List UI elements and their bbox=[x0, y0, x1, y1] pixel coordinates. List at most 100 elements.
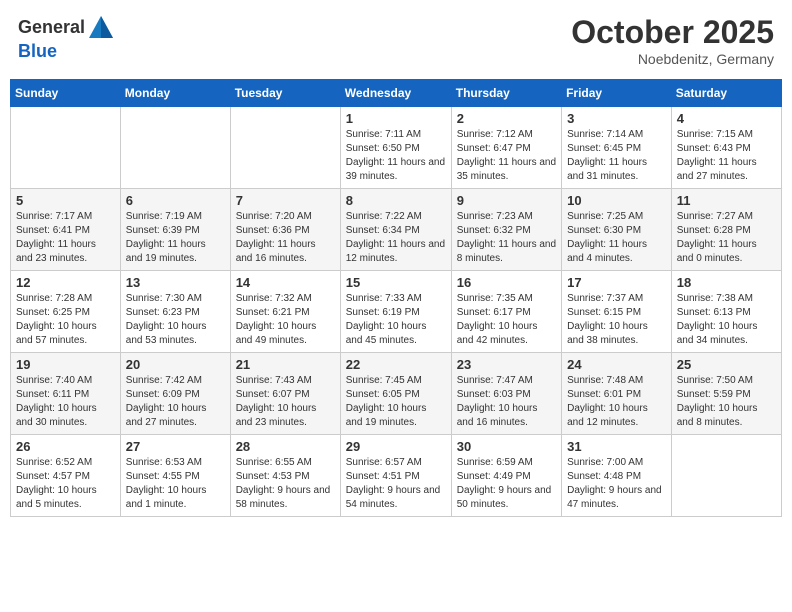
calendar-cell: 3 Sunrise: 7:14 AM Sunset: 6:45 PM Daylig… bbox=[562, 107, 672, 189]
weekday-header-wednesday: Wednesday bbox=[340, 80, 451, 107]
calendar-cell: 29Sunrise: 6:57 AM Sunset: 4:51 PM Dayli… bbox=[340, 435, 451, 517]
day-number: 11 bbox=[677, 193, 776, 208]
day-info: Sunrise: 7:45 AM Sunset: 6:05 PM Dayligh… bbox=[346, 374, 446, 430]
week-row-1: 1 Sunrise: 7:11 AM Sunset: 6:50 PM Daylig… bbox=[11, 107, 782, 189]
weekday-header-tuesday: Tuesday bbox=[230, 80, 340, 107]
calendar-cell: 6Sunrise: 7:19 AM Sunset: 6:39 PM Daylig… bbox=[120, 189, 230, 271]
day-info: Sunrise: 7:25 AM Sunset: 6:30 PM Dayligh… bbox=[567, 210, 666, 266]
calendar-cell: 21Sunrise: 7:43 AM Sunset: 6:07 PM Dayli… bbox=[230, 353, 340, 435]
calendar-cell: 2Sunrise: 7:12 AM Sunset: 6:47 PM Daylig… bbox=[451, 107, 561, 189]
day-number: 17 bbox=[567, 275, 666, 290]
calendar-cell: 20 Sunrise: 7:42 AM Sunset: 6:09 PM Dayli… bbox=[120, 353, 230, 435]
day-info: Sunrise: 7:35 AM Sunset: 6:17 PM Dayligh… bbox=[457, 292, 556, 348]
weekday-header-monday: Monday bbox=[120, 80, 230, 107]
day-number: 10 bbox=[567, 193, 666, 208]
day-info: Sunrise: 7:00 AM Sunset: 4:48 PM Dayligh… bbox=[567, 456, 666, 512]
day-number: 19 bbox=[16, 357, 115, 372]
day-number: 12 bbox=[16, 275, 115, 290]
day-info: Sunrise: 7:47 AM Sunset: 6:03 PM Dayligh… bbox=[457, 374, 556, 430]
day-number: 20 bbox=[126, 357, 225, 372]
calendar-table: SundayMondayTuesdayWednesdayThursdayFrid… bbox=[10, 79, 782, 517]
calendar-cell: 7Sunrise: 7:20 AM Sunset: 6:36 PM Daylig… bbox=[230, 189, 340, 271]
calendar-cell: 23 Sunrise: 7:47 AM Sunset: 6:03 PM Dayli… bbox=[451, 353, 561, 435]
day-info: Sunrise: 7:20 AM Sunset: 6:36 PM Dayligh… bbox=[236, 210, 335, 266]
day-info: Sunrise: 6:59 AM Sunset: 4:49 PM Dayligh… bbox=[457, 456, 556, 512]
week-row-5: 26 Sunrise: 6:52 AM Sunset: 4:57 PM Dayli… bbox=[11, 435, 782, 517]
day-number: 15 bbox=[346, 275, 446, 290]
day-number: 14 bbox=[236, 275, 335, 290]
day-info: Sunrise: 7:32 AM Sunset: 6:21 PM Dayligh… bbox=[236, 292, 335, 348]
calendar-cell: 11 Sunrise: 7:27 AM Sunset: 6:28 PM Dayli… bbox=[671, 189, 781, 271]
week-row-2: 5 Sunrise: 7:17 AM Sunset: 6:41 PM Daylig… bbox=[11, 189, 782, 271]
weekday-header-saturday: Saturday bbox=[671, 80, 781, 107]
day-info: Sunrise: 7:14 AM Sunset: 6:45 PM Dayligh… bbox=[567, 128, 666, 184]
day-info: Sunrise: 7:22 AM Sunset: 6:34 PM Dayligh… bbox=[346, 210, 446, 266]
day-info: Sunrise: 6:55 AM Sunset: 4:53 PM Dayligh… bbox=[236, 456, 335, 512]
calendar-cell: 26 Sunrise: 6:52 AM Sunset: 4:57 PM Dayli… bbox=[11, 435, 121, 517]
week-row-3: 12 Sunrise: 7:28 AM Sunset: 6:25 PM Dayli… bbox=[11, 271, 782, 353]
calendar-cell: 10 Sunrise: 7:25 AM Sunset: 6:30 PM Dayli… bbox=[562, 189, 672, 271]
day-number: 8 bbox=[346, 193, 446, 208]
location: Noebdenitz, Germany bbox=[571, 51, 774, 67]
day-number: 5 bbox=[16, 193, 115, 208]
day-info: Sunrise: 7:19 AM Sunset: 6:39 PM Dayligh… bbox=[126, 210, 225, 266]
day-info: Sunrise: 7:11 AM Sunset: 6:50 PM Dayligh… bbox=[346, 128, 446, 184]
day-info: Sunrise: 7:17 AM Sunset: 6:41 PM Dayligh… bbox=[16, 210, 115, 266]
calendar-cell: 8 Sunrise: 7:22 AM Sunset: 6:34 PM Daylig… bbox=[340, 189, 451, 271]
calendar-cell bbox=[671, 435, 781, 517]
calendar-cell: 5 Sunrise: 7:17 AM Sunset: 6:41 PM Daylig… bbox=[11, 189, 121, 271]
day-info: Sunrise: 7:28 AM Sunset: 6:25 PM Dayligh… bbox=[16, 292, 115, 348]
day-number: 31 bbox=[567, 439, 666, 454]
calendar-cell bbox=[120, 107, 230, 189]
calendar-cell: 12 Sunrise: 7:28 AM Sunset: 6:25 PM Dayli… bbox=[11, 271, 121, 353]
calendar-cell: 15Sunrise: 7:33 AM Sunset: 6:19 PM Dayli… bbox=[340, 271, 451, 353]
calendar-cell: 27 Sunrise: 6:53 AM Sunset: 4:55 PM Dayli… bbox=[120, 435, 230, 517]
month-title: October 2025 bbox=[571, 14, 774, 51]
day-info: Sunrise: 7:37 AM Sunset: 6:15 PM Dayligh… bbox=[567, 292, 666, 348]
logo-icon bbox=[87, 14, 115, 42]
calendar-cell: 9Sunrise: 7:23 AM Sunset: 6:32 PM Daylig… bbox=[451, 189, 561, 271]
day-info: Sunrise: 7:27 AM Sunset: 6:28 PM Dayligh… bbox=[677, 210, 776, 266]
calendar-cell: 28Sunrise: 6:55 AM Sunset: 4:53 PM Dayli… bbox=[230, 435, 340, 517]
calendar-cell: 24 Sunrise: 7:48 AM Sunset: 6:01 PM Dayli… bbox=[562, 353, 672, 435]
calendar-cell bbox=[11, 107, 121, 189]
weekday-header-row: SundayMondayTuesdayWednesdayThursdayFrid… bbox=[11, 80, 782, 107]
calendar-cell: 18Sunrise: 7:38 AM Sunset: 6:13 PM Dayli… bbox=[671, 271, 781, 353]
calendar-cell: 30Sunrise: 6:59 AM Sunset: 4:49 PM Dayli… bbox=[451, 435, 561, 517]
day-number: 29 bbox=[346, 439, 446, 454]
calendar-cell: 22Sunrise: 7:45 AM Sunset: 6:05 PM Dayli… bbox=[340, 353, 451, 435]
day-info: Sunrise: 7:15 AM Sunset: 6:43 PM Dayligh… bbox=[677, 128, 776, 184]
day-info: Sunrise: 7:40 AM Sunset: 6:11 PM Dayligh… bbox=[16, 374, 115, 430]
day-number: 25 bbox=[677, 357, 776, 372]
logo-blue: Blue bbox=[18, 41, 57, 61]
day-info: Sunrise: 7:42 AM Sunset: 6:09 PM Dayligh… bbox=[126, 374, 225, 430]
day-number: 23 bbox=[457, 357, 556, 372]
calendar-cell: 25 Sunrise: 7:50 AM Sunset: 5:59 PM Dayli… bbox=[671, 353, 781, 435]
calendar-cell: 14 Sunrise: 7:32 AM Sunset: 6:21 PM Dayli… bbox=[230, 271, 340, 353]
logo: General Blue bbox=[18, 14, 115, 62]
logo-general: General bbox=[18, 17, 85, 37]
day-info: Sunrise: 7:50 AM Sunset: 5:59 PM Dayligh… bbox=[677, 374, 776, 430]
day-number: 24 bbox=[567, 357, 666, 372]
day-info: Sunrise: 7:23 AM Sunset: 6:32 PM Dayligh… bbox=[457, 210, 556, 266]
day-info: Sunrise: 7:48 AM Sunset: 6:01 PM Dayligh… bbox=[567, 374, 666, 430]
calendar-cell: 13Sunrise: 7:30 AM Sunset: 6:23 PM Dayli… bbox=[120, 271, 230, 353]
day-number: 18 bbox=[677, 275, 776, 290]
week-row-4: 19 Sunrise: 7:40 AM Sunset: 6:11 PM Dayli… bbox=[11, 353, 782, 435]
calendar-cell: 31 Sunrise: 7:00 AM Sunset: 4:48 PM Dayli… bbox=[562, 435, 672, 517]
weekday-header-friday: Friday bbox=[562, 80, 672, 107]
calendar-cell bbox=[230, 107, 340, 189]
day-info: Sunrise: 6:52 AM Sunset: 4:57 PM Dayligh… bbox=[16, 456, 115, 512]
day-number: 16 bbox=[457, 275, 556, 290]
day-info: Sunrise: 7:12 AM Sunset: 6:47 PM Dayligh… bbox=[457, 128, 556, 184]
day-number: 27 bbox=[126, 439, 225, 454]
day-number: 4 bbox=[677, 111, 776, 126]
day-info: Sunrise: 7:43 AM Sunset: 6:07 PM Dayligh… bbox=[236, 374, 335, 430]
day-number: 26 bbox=[16, 439, 115, 454]
day-number: 3 bbox=[567, 111, 666, 126]
day-info: Sunrise: 7:30 AM Sunset: 6:23 PM Dayligh… bbox=[126, 292, 225, 348]
day-number: 1 bbox=[346, 111, 446, 126]
day-info: Sunrise: 6:53 AM Sunset: 4:55 PM Dayligh… bbox=[126, 456, 225, 512]
page-header: General Blue October 2025 Noebdenitz, Ge… bbox=[10, 10, 782, 71]
weekday-header-sunday: Sunday bbox=[11, 80, 121, 107]
